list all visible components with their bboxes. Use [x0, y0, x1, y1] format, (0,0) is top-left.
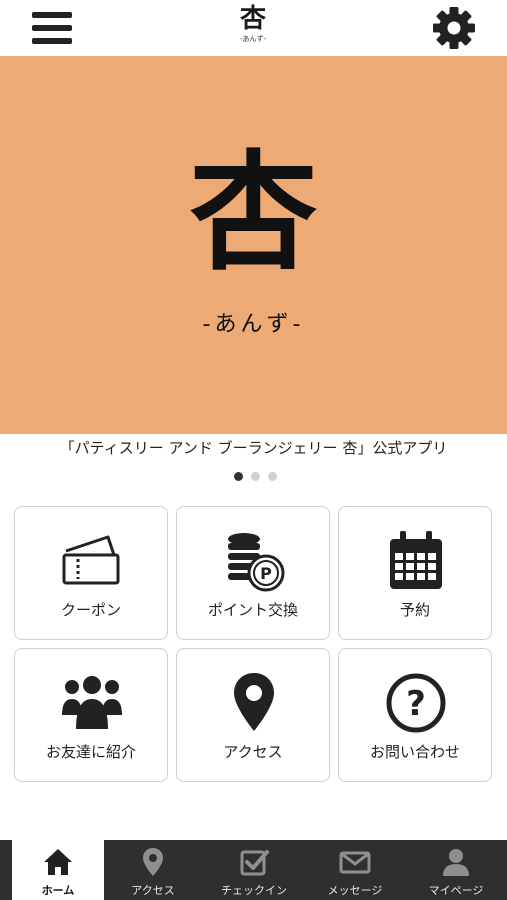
tab-checkin-label: チェックイン [221, 884, 287, 897]
refer-friend-tile[interactable]: お友達に紹介 [14, 648, 168, 782]
settings-button[interactable] [426, 5, 482, 51]
refer-friend-label: お友達に紹介 [45, 743, 136, 761]
inquiry-tile[interactable]: ? お問い合わせ [338, 648, 492, 782]
coins-point-icon: P [228, 533, 285, 592]
calendar-icon [390, 531, 442, 589]
header-logo-kanji: 杏 [239, 4, 266, 34]
tab-home[interactable]: ホーム [12, 840, 104, 900]
header-logo[interactable]: 杏 -あんず- [220, 4, 286, 54]
hero-logo-kanji: 杏 [189, 138, 318, 288]
map-pin-icon [234, 673, 274, 731]
tab-mypage-label: マイページ [428, 884, 484, 897]
svg-text:P: P [260, 564, 272, 583]
ticket-icon [62, 535, 120, 585]
hero-banner[interactable]: 杏 -あんず- [0, 56, 507, 434]
reservation-label: 予約 [399, 601, 430, 619]
banner-caption: 「パティスリー アンド ブーランジェリー 杏」公式アプリ [59, 439, 448, 457]
menu-button[interactable] [26, 8, 78, 48]
tab-checkin[interactable]: チェックイン [208, 840, 300, 900]
carousel-indicator [234, 472, 277, 482]
question-icon: ? [386, 673, 446, 733]
tab-home-label: ホーム [41, 884, 75, 897]
svg-text:?: ? [406, 684, 426, 724]
app-header: 杏 -あんず- [0, 0, 507, 56]
hamburger-icon [32, 12, 72, 44]
checkin-icon [240, 850, 269, 876]
bottom-tab-bar: ホーム アクセス チェックイン メッセージ マイページ [0, 840, 507, 900]
header-logo-sub: -あんず- [239, 35, 267, 43]
hero-logo-subtitle: -あんず- [202, 312, 305, 337]
inquiry-label: お問い合わせ [369, 743, 460, 761]
coupon-label: クーポン [60, 601, 121, 619]
tab-message[interactable]: メッセージ [309, 840, 401, 900]
tab-access-label: アクセス [131, 884, 175, 897]
home-icon [44, 849, 72, 875]
access-label: アクセス [223, 743, 283, 761]
access-tile[interactable]: アクセス [176, 648, 330, 782]
carousel-dot-2[interactable] [251, 472, 260, 481]
carousel-dot-1[interactable] [234, 472, 243, 481]
tab-mypage[interactable]: マイページ [410, 840, 502, 900]
tab-access[interactable]: アクセス [107, 840, 199, 900]
map-pin-icon [143, 848, 163, 876]
carousel-dot-3[interactable] [268, 472, 277, 481]
group-icon [62, 676, 122, 729]
coupon-tile[interactable]: クーポン [14, 506, 168, 640]
gear-icon [433, 7, 475, 49]
point-exchange-label: ポイント交換 [207, 601, 298, 619]
tab-message-label: メッセージ [327, 884, 383, 897]
reservation-tile[interactable]: 予約 [338, 506, 492, 640]
menu-tiles: クーポン P ポイント交換 予約 お友達に紹介 アクセス ? お問い合わせ [14, 506, 492, 782]
user-icon [443, 849, 469, 876]
envelope-icon [339, 851, 371, 874]
point-exchange-tile[interactable]: P ポイント交換 [176, 506, 330, 640]
